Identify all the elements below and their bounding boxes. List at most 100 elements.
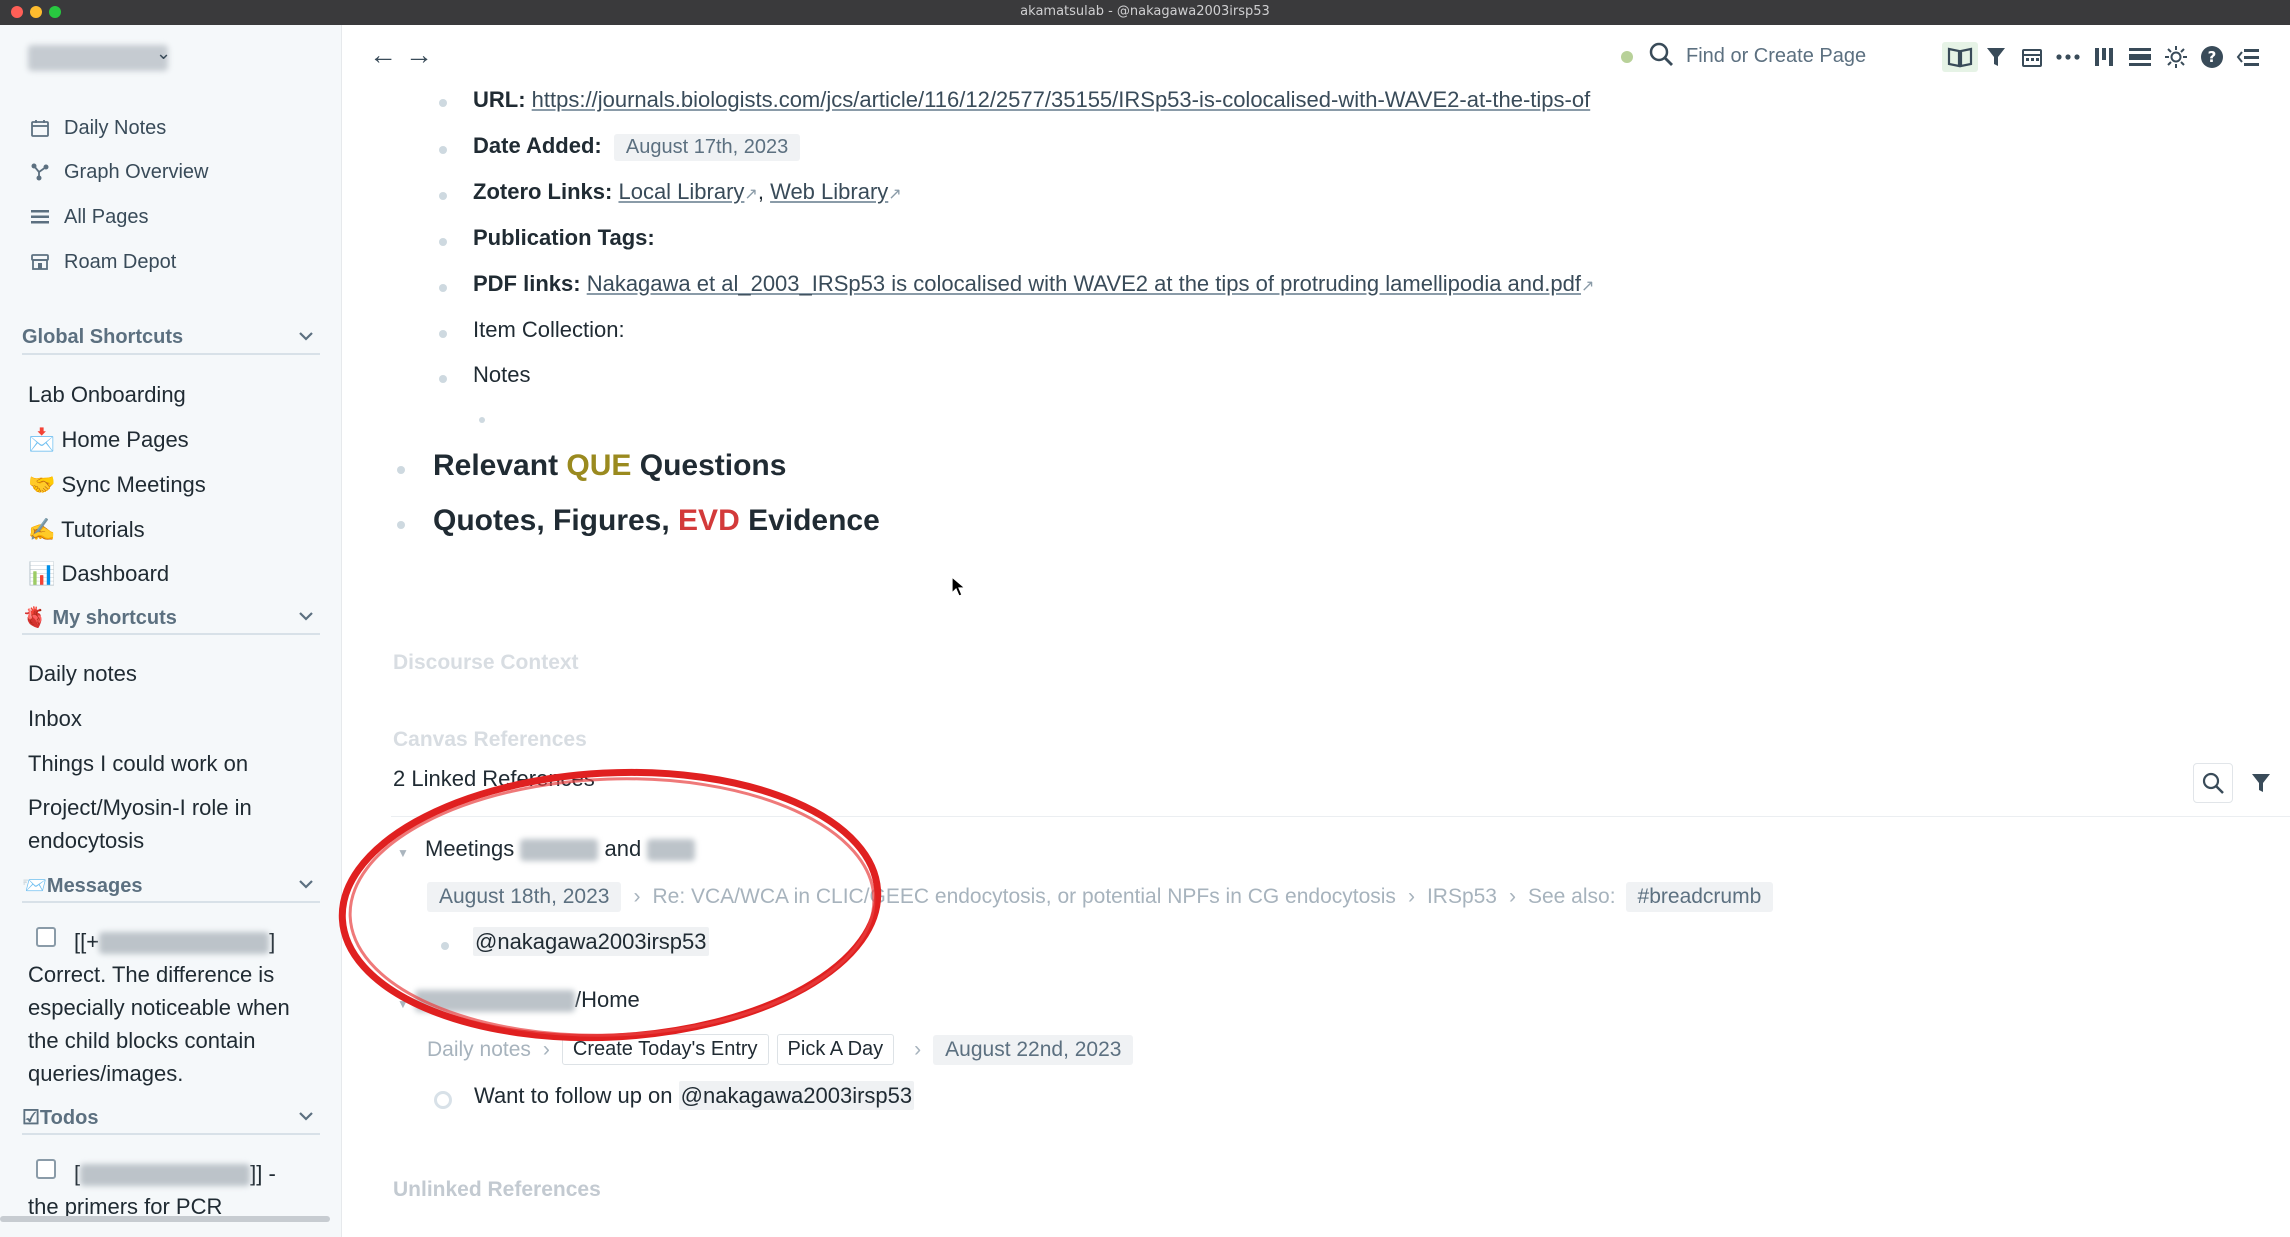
external-link-icon: ↗ bbox=[744, 186, 758, 203]
mouse-cursor-icon bbox=[951, 576, 967, 597]
my-shortcuts-header[interactable]: 🫀 My shortcuts bbox=[22, 601, 320, 635]
url-label: URL: bbox=[473, 87, 526, 112]
que-tag[interactable]: QUE bbox=[566, 449, 631, 482]
create-todays-entry-button[interactable]: Create Today's Entry bbox=[561, 1034, 769, 1065]
svg-text:?: ? bbox=[2208, 48, 2217, 66]
filter-icon[interactable] bbox=[2241, 763, 2281, 803]
shortcut-project-myosin[interactable]: Project/Myosin-I role in endocytosis bbox=[28, 791, 318, 857]
forward-button[interactable]: → bbox=[405, 39, 433, 71]
block-text: Want to follow up on bbox=[474, 1083, 679, 1108]
ref-home-title[interactable]: /Home bbox=[415, 987, 640, 1013]
local-library-link[interactable]: Local Library bbox=[618, 179, 744, 204]
shortcut-inbox[interactable]: Inbox bbox=[28, 702, 82, 735]
breadcrumb-item[interactable]: IRSp53 bbox=[1427, 885, 1497, 909]
nav-roam-depot[interactable]: Roam Depot bbox=[28, 245, 176, 279]
ref-block[interactable]: Want to follow up on @nakagawa2003irsp53 bbox=[474, 1081, 915, 1110]
todo-link-line: []] - bbox=[74, 1157, 324, 1190]
block-bullet[interactable] bbox=[439, 284, 447, 292]
nav-all-pages[interactable]: All Pages bbox=[28, 200, 149, 234]
shortcut-lab-onboarding[interactable]: Lab Onboarding bbox=[28, 378, 186, 411]
collapse-caret-icon[interactable]: ▼ bbox=[397, 846, 409, 860]
page-tag[interactable]: @nakagawa2003irsp53 bbox=[678, 1081, 915, 1110]
breadcrumb-tag[interactable]: #breadcrumb bbox=[1625, 882, 1774, 912]
help-icon[interactable]: ? bbox=[2194, 42, 2230, 72]
block-bullet[interactable] bbox=[441, 942, 449, 950]
block-bullet[interactable] bbox=[439, 192, 447, 200]
search-input[interactable] bbox=[1686, 44, 1916, 68]
discourse-context-header[interactable]: Discourse Context bbox=[393, 651, 579, 675]
block-item-collection[interactable]: Item Collection: bbox=[473, 317, 625, 343]
breadcrumb-item[interactable]: Re: VCA/WCA in CLIC/GEEC endocytosis, or… bbox=[652, 885, 1395, 909]
chevron-down-icon[interactable] bbox=[298, 1108, 314, 1126]
block-bullet[interactable] bbox=[439, 375, 447, 383]
chevron-down-icon[interactable] bbox=[298, 608, 314, 626]
heading-text: Questions bbox=[631, 449, 787, 482]
block-bullet[interactable] bbox=[439, 99, 447, 107]
shortcut-sync-meetings[interactable]: 🤝 Sync Meetings bbox=[28, 468, 206, 501]
evd-tag[interactable]: EVD bbox=[678, 504, 740, 537]
todos-header[interactable]: ☑Todos bbox=[22, 1101, 320, 1135]
global-shortcuts-header[interactable]: Global Shortcuts bbox=[22, 321, 320, 355]
graph-name-redacted[interactable] bbox=[28, 45, 168, 71]
breadcrumb-date[interactable]: August 18th, 2023 bbox=[427, 882, 622, 912]
empty-block-bullet[interactable] bbox=[479, 417, 485, 423]
collapse-caret-icon[interactable]: ▼ bbox=[397, 997, 409, 1011]
messages-header[interactable]: 📨Messages bbox=[22, 869, 320, 903]
breadcrumb-date[interactable]: August 22nd, 2023 bbox=[933, 1034, 1134, 1065]
pick-a-day-button[interactable]: Pick A Day bbox=[776, 1034, 895, 1065]
layout-icon[interactable] bbox=[2122, 42, 2158, 72]
sidebar-scrollbar[interactable] bbox=[0, 1216, 330, 1222]
block-bullet[interactable] bbox=[397, 466, 405, 474]
chevron-down-icon[interactable] bbox=[298, 876, 314, 894]
nav-graph-overview[interactable]: Graph Overview bbox=[28, 155, 209, 189]
page-tag[interactable]: @nakagawa2003irsp53 bbox=[473, 927, 709, 956]
ref-block[interactable]: @nakagawa2003irsp53 bbox=[473, 927, 709, 956]
left-sidebar: ⌄ Daily Notes Graph Overview All Pages R… bbox=[0, 25, 342, 1237]
block-notes[interactable]: Notes bbox=[473, 362, 530, 388]
date-added-chip[interactable]: August 17th, 2023 bbox=[613, 134, 801, 161]
shortcut-tutorials[interactable]: ✍️ Tutorials bbox=[28, 513, 145, 546]
breadcrumb-item[interactable]: Daily notes bbox=[427, 1038, 531, 1062]
block-bullet[interactable] bbox=[397, 521, 405, 529]
todo-circle-icon[interactable] bbox=[434, 1091, 452, 1109]
chevron-down-icon[interactable]: ⌄ bbox=[156, 43, 171, 64]
sun-icon[interactable] bbox=[2158, 42, 2194, 72]
pdf-link[interactable]: Nakagawa et al_2003_IRSp53 is colocalise… bbox=[587, 271, 1581, 296]
columns-icon[interactable] bbox=[2086, 42, 2122, 72]
search-icon bbox=[1648, 41, 1674, 72]
block-bullet[interactable] bbox=[439, 238, 447, 246]
todo-suffix: ]] - bbox=[250, 1161, 276, 1186]
redacted-name bbox=[647, 839, 696, 862]
find-or-create-search[interactable] bbox=[1648, 36, 1938, 76]
chevron-down-icon[interactable] bbox=[298, 328, 314, 346]
calendar-icon[interactable] bbox=[2014, 42, 2050, 72]
canvas-references-header[interactable]: Canvas References bbox=[393, 728, 587, 752]
pdf-label: PDF links: bbox=[473, 271, 581, 296]
search-icon[interactable] bbox=[2193, 763, 2233, 803]
shortcut-things-i-could-work-on[interactable]: Things I could work on bbox=[28, 747, 248, 780]
window-title: akamatsulab - @nakagawa2003irsp53 bbox=[1020, 4, 1270, 19]
linked-references-header[interactable]: 2 Linked References bbox=[393, 766, 595, 792]
shortcut-dashboard[interactable]: 📊 Dashboard bbox=[28, 557, 169, 590]
block-bullet[interactable] bbox=[439, 146, 447, 154]
url-link[interactable]: https://journals.biologists.com/jcs/arti… bbox=[532, 87, 1591, 112]
message-checkbox[interactable] bbox=[36, 927, 56, 947]
heading-quotes-evidence[interactable]: Quotes, Figures, EVD Evidence bbox=[433, 504, 880, 538]
web-library-link[interactable]: Web Library bbox=[770, 179, 888, 204]
redacted-name bbox=[415, 990, 575, 1013]
filter-icon[interactable] bbox=[1978, 42, 2014, 72]
shortcut-home-pages[interactable]: 📩 Home Pages bbox=[28, 423, 189, 456]
more-options-icon[interactable] bbox=[2050, 42, 2086, 72]
shortcut-daily-notes[interactable]: Daily notes bbox=[28, 657, 137, 690]
heading-relevant-questions[interactable]: Relevant QUE Questions bbox=[433, 449, 786, 483]
breadcrumb-item[interactable]: See also: bbox=[1528, 885, 1616, 909]
todo-checkbox[interactable] bbox=[36, 1159, 56, 1179]
back-button[interactable]: ← bbox=[369, 39, 397, 71]
ref-meetings-title[interactable]: Meetings and bbox=[425, 836, 696, 862]
nav-daily-notes[interactable]: Daily Notes bbox=[28, 111, 166, 145]
book-icon[interactable] bbox=[1942, 42, 1978, 72]
unlinked-references-header[interactable]: Unlinked References bbox=[393, 1178, 601, 1202]
chevron-right-icon: › bbox=[1407, 885, 1415, 908]
right-sidebar-icon[interactable] bbox=[2230, 42, 2266, 72]
block-bullet[interactable] bbox=[439, 330, 447, 338]
